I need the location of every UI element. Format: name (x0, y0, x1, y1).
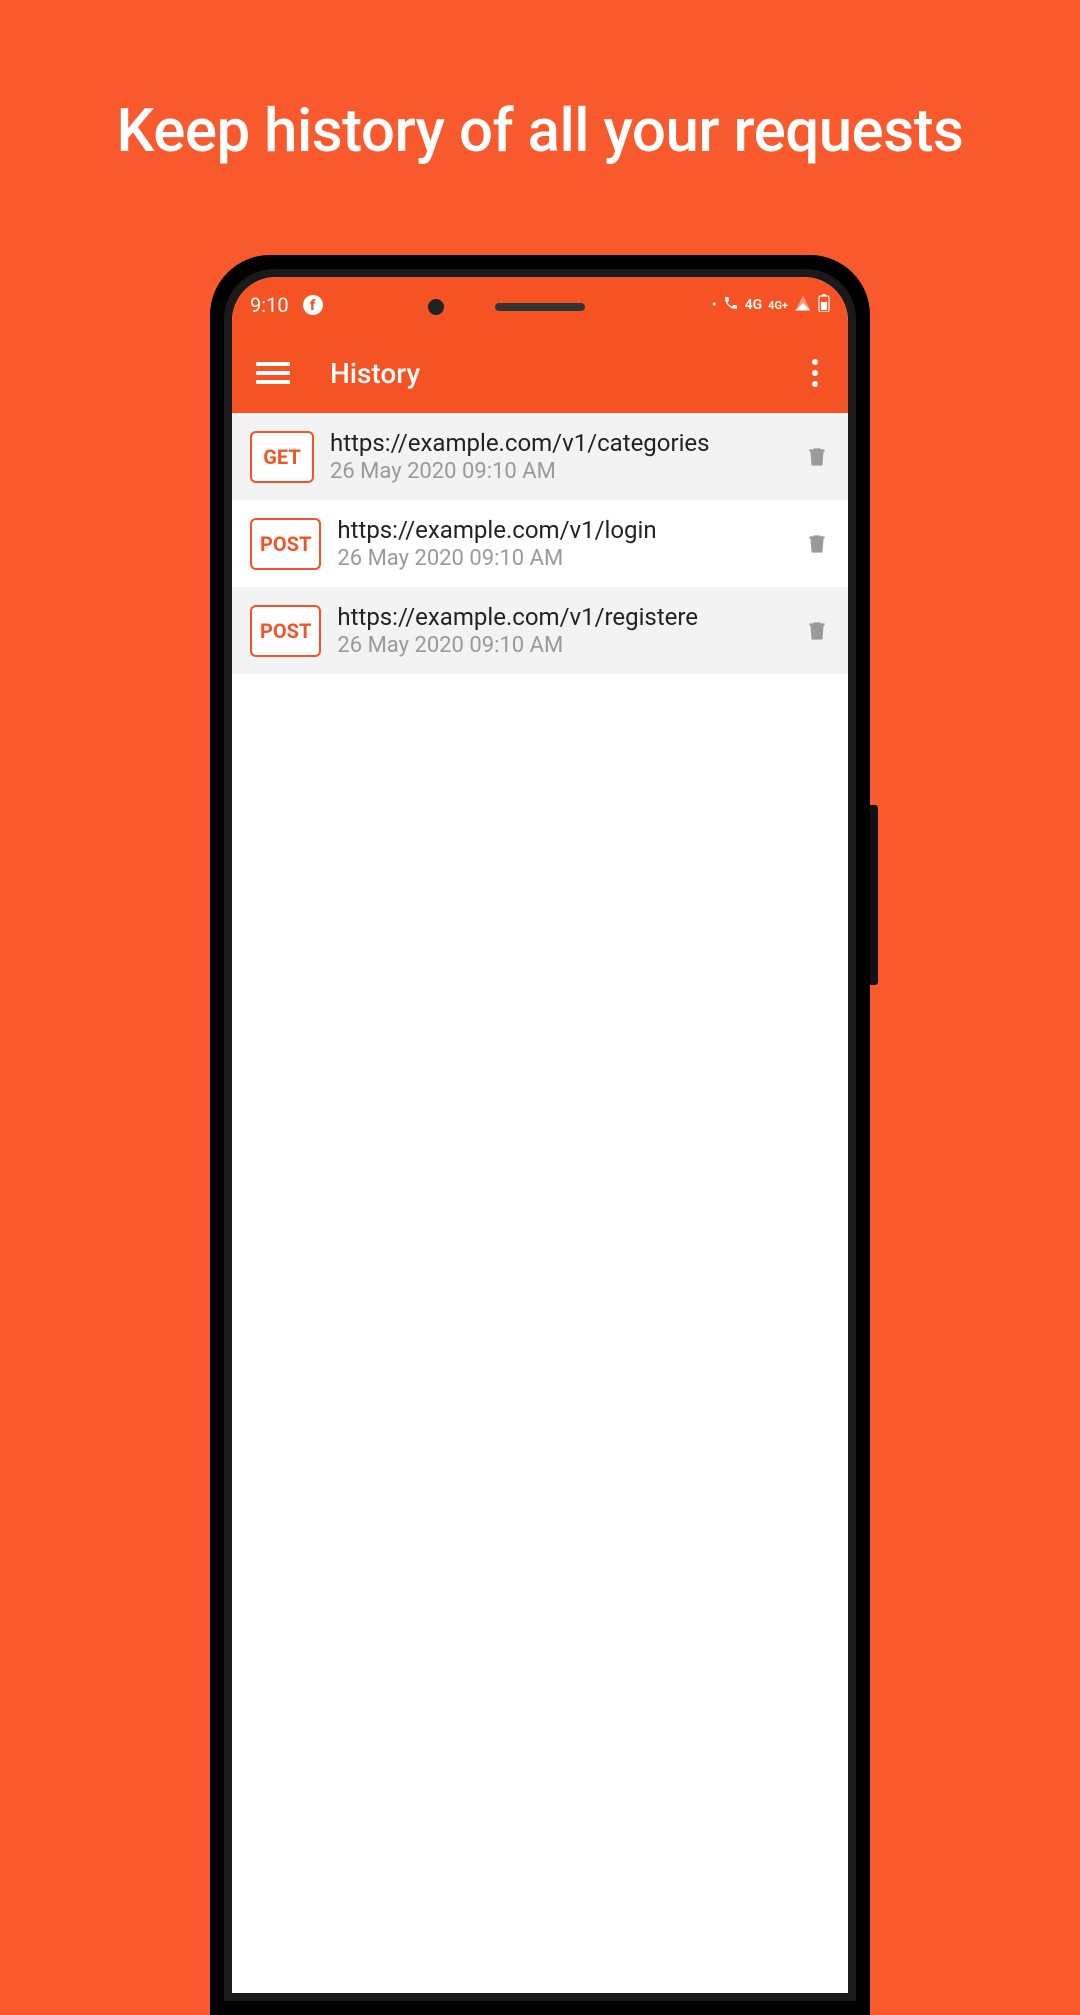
request-url: https://example.com/v1/login (337, 516, 788, 544)
menu-icon[interactable] (256, 362, 290, 384)
status-time: 9:10 (250, 293, 289, 317)
method-badge: POST (250, 605, 321, 657)
delete-icon[interactable] (804, 444, 830, 470)
network-4g-plus-label: 4G+ (768, 299, 788, 312)
history-item[interactable]: POST https://example.com/v1/registere 26… (232, 587, 848, 674)
history-list: GET https://example.com/v1/categories 26… (232, 413, 848, 1993)
request-date: 26 May 2020 09:10 AM (337, 546, 788, 571)
network-4g-label: 4G (745, 297, 763, 313)
method-badge: POST (250, 518, 321, 570)
phone-speaker (495, 303, 585, 311)
delete-icon[interactable] (804, 618, 830, 644)
status-dot-icon: • (712, 297, 717, 313)
request-date: 26 May 2020 09:10 AM (337, 633, 788, 658)
phone-screen: 9:10 f • 4G 4G+ (232, 277, 848, 1993)
more-options-icon[interactable] (806, 353, 824, 393)
request-date: 26 May 2020 09:10 AM (330, 459, 788, 484)
request-url: https://example.com/v1/registere (337, 603, 788, 631)
history-item[interactable]: POST https://example.com/v1/login 26 May… (232, 500, 848, 587)
facebook-icon: f (303, 295, 323, 315)
phone-power-button (870, 575, 878, 665)
phone-call-icon (723, 295, 739, 315)
app-bar-title: History (330, 357, 806, 390)
delete-icon[interactable] (804, 531, 830, 557)
method-badge: GET (250, 431, 314, 483)
app-bar: History (232, 333, 848, 413)
signal-icon (794, 294, 812, 316)
phone-camera (428, 299, 444, 315)
request-url: https://example.com/v1/categories (330, 429, 788, 457)
promo-headline: Keep history of all your requests (0, 0, 1080, 166)
phone-frame: 9:10 f • 4G 4G+ (210, 255, 870, 2015)
history-item[interactable]: GET https://example.com/v1/categories 26… (232, 413, 848, 500)
battery-icon (818, 294, 830, 316)
phone-volume-button (870, 805, 878, 985)
